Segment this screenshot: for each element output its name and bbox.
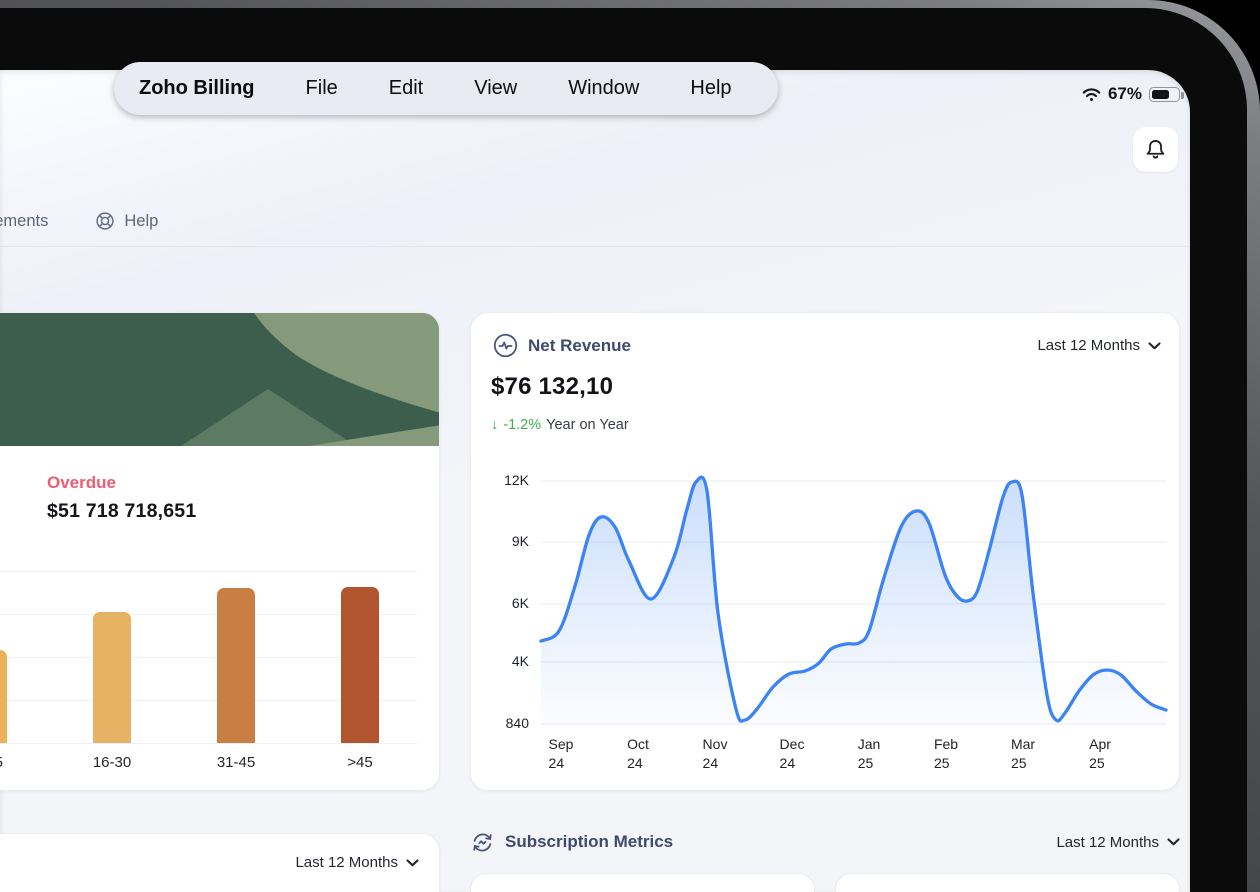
menu-items: File Edit View Window Help: [306, 77, 732, 100]
aging-bar-label: 1-15: [0, 754, 3, 771]
y-axis-label: 6K: [477, 595, 529, 611]
bottom-left-card: Last 12 Months: [0, 833, 440, 892]
subscription-cards-row: [470, 873, 1180, 892]
net-revenue-area-chart: [471, 313, 1181, 790]
x-axis-label: Jan25: [858, 735, 881, 773]
menu-item[interactable]: View: [474, 77, 517, 100]
receivables-banner-art: [0, 313, 440, 446]
menu-app-name[interactable]: Zoho Billing: [139, 77, 255, 100]
bottom-left-range-label: Last 12 Months: [295, 854, 398, 871]
lifebuoy-help-icon: [94, 210, 116, 232]
aging-bar-chart: [0, 571, 417, 743]
x-axis-label: Nov24: [703, 735, 728, 773]
menu-item[interactable]: File: [306, 77, 338, 100]
x-axis-label: Sep24: [549, 735, 574, 773]
battery-fill: [1152, 90, 1169, 99]
chevron-down-icon: [1167, 838, 1180, 846]
subscription-card: [470, 873, 815, 892]
y-axis-label: 4K: [477, 653, 529, 669]
menu-item[interactable]: Window: [568, 77, 639, 100]
chevron-down-icon: [406, 859, 419, 867]
aging-bar-labels: 1-15 16-30 31-45 >45: [0, 754, 439, 774]
nav-divider: [0, 246, 1190, 247]
subscription-metrics-header: Subscription Metrics Last 12 Months: [470, 828, 1180, 856]
top-nav: cements Help: [0, 210, 158, 232]
menu-item[interactable]: Edit: [389, 77, 423, 100]
battery-nub: [1181, 92, 1184, 99]
overdue-label: Overdue: [47, 473, 116, 493]
battery-percent-label: 67%: [1108, 84, 1142, 104]
menu-item[interactable]: Help: [690, 77, 731, 100]
device-mockup: 67% cements: [0, 0, 1260, 892]
aging-bar-label: >45: [347, 754, 372, 771]
subscription-metrics-title: Subscription Metrics: [505, 832, 673, 852]
nav-item-clipped[interactable]: cements: [0, 212, 48, 231]
aging-bar: [93, 612, 131, 743]
subscription-range-label: Last 12 Months: [1056, 834, 1159, 851]
battery-icon: [1149, 87, 1180, 102]
gridline: [0, 743, 417, 744]
menu-bar: Zoho Billing File Edit View Window Help: [114, 62, 778, 115]
subscription-card: [835, 873, 1180, 892]
x-axis-label: Dec24: [780, 735, 805, 773]
aging-bar: [0, 650, 7, 743]
wifi-icon: [1082, 87, 1101, 102]
x-axis-label: Feb25: [934, 735, 958, 773]
y-axis-label: 9K: [477, 533, 529, 549]
bottom-left-range-select[interactable]: Last 12 Months: [295, 854, 419, 871]
status-bar: 67%: [1082, 84, 1180, 104]
subscription-metrics-section: Subscription Metrics Last 12 Months: [470, 828, 1180, 892]
aging-bar: [341, 587, 379, 743]
bell-icon: [1144, 138, 1167, 161]
x-axis-label: Mar25: [1011, 735, 1035, 773]
sync-pulse-icon: [470, 830, 495, 855]
y-axis-label: 840: [477, 715, 529, 731]
gridline: [0, 571, 417, 572]
receivables-card: Overdue $51 718 718,651 1-15 16-30 31-45 >4…: [0, 312, 440, 791]
y-axis-label: 12K: [477, 472, 529, 488]
notifications-button[interactable]: [1133, 127, 1178, 172]
x-axis-label: Oct24: [627, 735, 649, 773]
aging-bar: [217, 588, 255, 743]
subscription-range-select[interactable]: Last 12 Months: [1056, 834, 1180, 851]
nav-help-label: Help: [124, 212, 158, 231]
x-axis-label: Apr25: [1089, 735, 1111, 773]
net-revenue-card: Net Revenue Last 12 Months $76 132,10 ↓ …: [470, 312, 1180, 791]
aging-bar-label: 31-45: [217, 754, 255, 771]
overdue-amount: $51 718 718,651: [47, 500, 196, 523]
aging-bar-label: 16-30: [93, 754, 131, 771]
screen: 67% cements: [0, 70, 1190, 892]
nav-item-help[interactable]: Help: [94, 210, 158, 232]
